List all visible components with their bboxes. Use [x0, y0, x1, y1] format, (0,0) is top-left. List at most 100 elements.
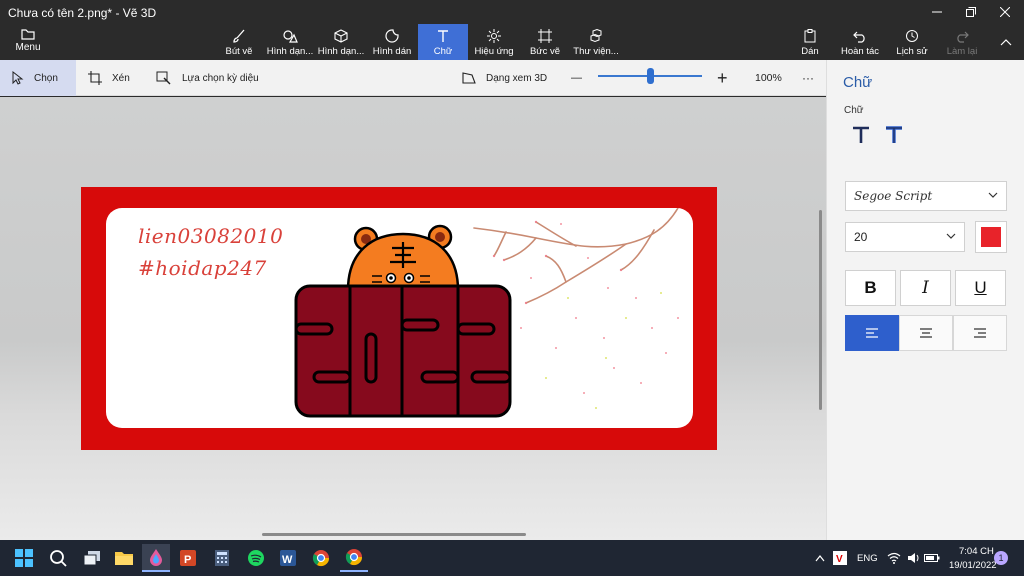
align-right-button[interactable] [953, 315, 1007, 351]
font-size-value: 20 [854, 230, 868, 244]
tool-stickers[interactable]: Hình dán [372, 24, 412, 60]
tool-label: Thư viện... [573, 45, 619, 57]
chrome-button-2[interactable] [340, 544, 368, 572]
task-view-button[interactable] [78, 544, 106, 572]
redo-button[interactable]: Làm lại [945, 24, 979, 60]
text-color-swatch [981, 227, 1001, 247]
battery-button[interactable] [922, 544, 942, 572]
font-family-dropdown[interactable]: Segoe Script [845, 181, 1007, 211]
3d-view-button[interactable]: Dạng xem 3D [462, 60, 547, 96]
menu-label: Menu [15, 42, 41, 53]
bold-button[interactable]: B [845, 270, 896, 306]
3d-view-label: Dạng xem 3D [486, 72, 548, 84]
tool-brushes[interactable]: Bút vẽ [222, 24, 256, 60]
wifi-icon [887, 552, 901, 564]
close-button[interactable] [988, 0, 1022, 24]
tool-3d-shapes[interactable]: Hình dạn... [318, 24, 364, 60]
word-icon: W [280, 550, 296, 566]
clock-date[interactable]: 19/01/2022 [949, 560, 997, 571]
search-button[interactable] [44, 544, 72, 572]
chrome-icon [312, 550, 330, 567]
tray-app-button[interactable]: V [830, 544, 850, 572]
redo-icon [957, 31, 969, 43]
history-button[interactable]: Lịch sử [895, 24, 929, 60]
tool-text[interactable]: Chữ [418, 24, 468, 60]
show-hidden-icons-button[interactable] [812, 544, 828, 572]
underline-button[interactable]: U [955, 270, 1006, 306]
volume-button[interactable] [904, 544, 924, 572]
window-title: Chưa có tên 2.png* - Vẽ 3D [8, 6, 157, 20]
minimize-icon [932, 11, 942, 13]
align-left-button[interactable] [845, 315, 899, 351]
powerpoint-icon: P [180, 550, 196, 566]
text-color-picker[interactable] [975, 221, 1007, 253]
more-options-button[interactable]: ··· [802, 60, 814, 96]
spotify-icon [248, 550, 264, 566]
input-language[interactable]: ENG [857, 553, 878, 564]
cursor-icon [12, 71, 24, 85]
font-family-value: Segoe Script [854, 189, 933, 203]
italic-button[interactable]: I [900, 270, 951, 306]
task-view-icon [83, 551, 100, 566]
windows-start-icon [15, 549, 33, 567]
3d-text-button[interactable] [885, 126, 903, 149]
align-right-icon [974, 328, 986, 338]
paint3d-taskbar-button[interactable] [142, 544, 170, 572]
zoom-level[interactable]: 100% [755, 60, 782, 96]
panel-title: Chữ [843, 74, 873, 91]
2d-text-button[interactable] [852, 126, 870, 149]
word-button[interactable]: W [274, 544, 302, 572]
chevron-down-icon [988, 192, 998, 198]
network-button[interactable] [884, 544, 904, 572]
zoom-slider-thumb[interactable] [647, 68, 654, 84]
history-icon [906, 29, 918, 42]
tool-label: Hình dạn... [317, 45, 365, 57]
notification-badge[interactable]: 1 [994, 551, 1008, 565]
text-properties-panel: Chữ Chữ Segoe Script 20 B I U [826, 60, 1024, 540]
restore-icon [966, 7, 976, 17]
tool-label: Làm lại [946, 45, 978, 57]
tool-label: Bút vẽ [225, 45, 253, 57]
start-button[interactable] [10, 544, 38, 572]
svg-text:W: W [282, 554, 293, 566]
paste-button[interactable]: Dán [798, 24, 822, 60]
select-button[interactable]: Chọn [0, 60, 76, 96]
tool-label: Chữ [433, 45, 453, 57]
file-explorer-icon [115, 552, 133, 565]
powerpoint-button[interactable]: P [174, 544, 202, 572]
undo-icon [853, 31, 865, 43]
text-alignment-group [845, 315, 1007, 351]
spotify-button[interactable] [242, 544, 270, 572]
paste-icon [804, 28, 816, 42]
calculator-button[interactable] [208, 544, 236, 572]
minimize-button[interactable] [920, 0, 954, 24]
chrome-button[interactable] [307, 544, 335, 572]
font-size-dropdown[interactable]: 20 [845, 222, 965, 252]
tool-canvas[interactable]: Bức vẽ [528, 24, 562, 60]
align-center-button[interactable] [899, 315, 953, 351]
clock-time[interactable]: 7:04 CH [959, 546, 994, 557]
paint3d-icon [150, 549, 162, 566]
menu-button[interactable]: Menu [6, 28, 50, 58]
collapse-ribbon-button[interactable] [996, 24, 1016, 60]
chevron-up-icon [1000, 39, 1012, 46]
horizontal-scrollbar[interactable] [262, 533, 526, 536]
vertical-scrollbar[interactable] [819, 210, 822, 410]
canvas-icon [538, 28, 552, 43]
zoom-out-button[interactable]: — [571, 60, 582, 96]
align-center-icon [920, 328, 932, 338]
tool-3d-library[interactable]: Thư viện... [572, 24, 620, 60]
tool-2d-shapes[interactable]: Hình dạn... [266, 24, 314, 60]
effects-icon [487, 28, 501, 43]
3d-shapes-icon [334, 28, 348, 43]
volume-icon [908, 553, 919, 563]
crop-button[interactable]: Xén [88, 60, 130, 96]
maximize-button[interactable] [954, 0, 988, 24]
3d-text-icon [886, 126, 902, 143]
chrome-icon-2 [345, 549, 363, 566]
magic-select-button[interactable]: Lựa chọn kỳ diệu [156, 60, 259, 96]
zoom-in-button[interactable]: + [717, 60, 728, 96]
file-explorer-button[interactable] [110, 544, 138, 572]
undo-button[interactable]: Hoàn tác [840, 24, 880, 60]
tool-effects[interactable]: Hiệu ứng [474, 24, 514, 60]
